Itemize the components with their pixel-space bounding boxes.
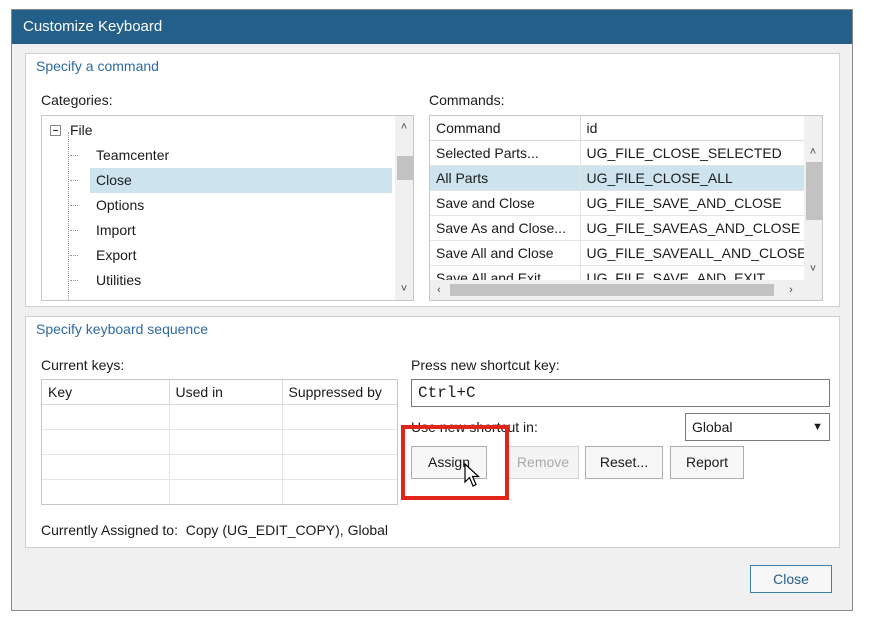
table-cell: UG_FILE_SAVEALL_AND_CLOSE <box>580 240 807 266</box>
close-button[interactable]: Close <box>750 565 832 593</box>
table-cell <box>42 454 170 480</box>
table-cell: All Parts <box>430 165 581 191</box>
tree-item-label: Import <box>96 222 136 238</box>
column-header[interactable]: Suppressed by <box>282 380 397 405</box>
table-cell: UG_FILE_CLOSE_ALL <box>580 165 807 191</box>
table-cell <box>282 479 397 504</box>
table-row[interactable]: Save All and Close UG_FILE_SAVEALL_AND_CL… <box>430 240 807 266</box>
table-cell: Save All and Close <box>430 240 581 266</box>
currently-assigned-label: Currently Assigned to: Copy (UG_EDIT_COP… <box>41 522 389 538</box>
scroll-down-icon[interactable]: ˅ <box>395 280 413 298</box>
tree-item-file[interactable]: File <box>42 118 394 143</box>
table-cell: Save As and Close... <box>430 215 581 241</box>
remove-button[interactable]: Remove <box>507 446 579 479</box>
scroll-up-icon[interactable]: ˄ <box>395 118 413 136</box>
window-title: Customize Keyboard <box>12 10 852 44</box>
tree-item-import[interactable]: Import <box>42 218 394 243</box>
commands-table: Command id Selected Parts... UG_FILE_CLOSE… <box>430 116 807 291</box>
reset-button[interactable]: Reset... <box>585 446 663 479</box>
table-row[interactable] <box>42 454 397 480</box>
assign-highlight-box <box>401 425 509 500</box>
collapse-icon[interactable] <box>50 125 61 136</box>
table-cell: Selected Parts... <box>430 140 581 166</box>
table-cell <box>169 454 283 480</box>
table-cell <box>282 454 397 480</box>
categories-scrollbar[interactable]: ˄ ˅ <box>395 116 413 300</box>
table-row[interactable]: Selected Parts... UG_FILE_CLOSE_SELECTED <box>430 140 807 166</box>
scroll-thumb[interactable] <box>450 284 774 296</box>
table-cell: UG_FILE_CLOSE_SELECTED <box>580 140 807 166</box>
scroll-thumb[interactable] <box>397 156 413 180</box>
use-in-value: Global <box>692 419 733 435</box>
shortcut-key-input[interactable]: Ctrl+C <box>411 379 830 407</box>
press-shortcut-label: Press new shortcut key: <box>411 357 560 373</box>
commands-hscrollbar[interactable]: ‹ › <box>430 280 822 300</box>
table-cell <box>42 404 170 430</box>
table-cell <box>42 429 170 455</box>
commands-table-box: Command id Selected Parts... UG_FILE_CLOSE… <box>429 115 823 301</box>
categories-label: Categories: <box>41 92 113 108</box>
table-row[interactable]: Save As and Close... UG_FILE_SAVEAS_AND_C… <box>430 215 807 241</box>
scroll-down-icon[interactable]: ˅ <box>804 260 822 278</box>
column-header[interactable]: Used in <box>169 380 283 405</box>
tree-item-label: Options <box>96 197 145 213</box>
current-keys-label: Current keys: <box>41 357 125 373</box>
tree-item-utilities[interactable]: Utilities <box>42 268 394 293</box>
scroll-thumb[interactable] <box>806 162 822 220</box>
customize-keyboard-dialog: Customize Keyboard Specify a command Cat… <box>11 9 853 611</box>
specify-command-title: Specify a command <box>36 58 159 74</box>
tree-item-close[interactable]: Close <box>70 168 392 193</box>
table-row[interactable]: All Parts UG_FILE_CLOSE_ALL <box>430 165 807 191</box>
tree-item-options[interactable]: Options <box>42 193 394 218</box>
categories-tree[interactable]: File Teamcenter Close Options Import Export U… <box>41 115 414 301</box>
tree-item-label: Teamcenter <box>96 147 170 163</box>
column-header[interactable]: id <box>580 116 807 141</box>
tree-item-label: Close <box>96 172 132 188</box>
current-keys-table: Key Used in Suppressed by <box>42 380 397 504</box>
scroll-up-icon[interactable]: ˄ <box>804 143 822 161</box>
commands-label: Commands: <box>429 92 505 108</box>
table-row[interactable]: Save and Close UG_FILE_SAVE_AND_CLOSE <box>430 190 807 216</box>
current-keys-table-box: Key Used in Suppressed by <box>41 379 398 505</box>
column-header[interactable]: Key <box>42 380 170 405</box>
mouse-cursor-icon <box>464 463 481 487</box>
table-cell <box>169 404 283 430</box>
table-cell <box>169 479 283 504</box>
currently-assigned-value: Copy (UG_EDIT_COPY), Global <box>185 522 389 538</box>
tree-item-export[interactable]: Export <box>42 243 394 268</box>
table-cell <box>42 479 170 504</box>
tree-item-teamcenter[interactable]: Teamcenter <box>42 143 394 168</box>
keyboard-sequence-title: Specify keyboard sequence <box>36 321 208 337</box>
scroll-right-icon[interactable]: › <box>782 281 800 299</box>
table-cell <box>282 404 397 430</box>
table-row[interactable] <box>42 479 397 504</box>
tree-item-label: Utilities <box>96 272 142 288</box>
specify-command-group: Specify a command Categories: File Teamc… <box>25 53 840 307</box>
table-cell: Save and Close <box>430 190 581 216</box>
table-cell: UG_FILE_SAVEAS_AND_CLOSE <box>580 215 807 241</box>
tree-item-label: Export <box>96 247 137 263</box>
table-row[interactable] <box>42 429 397 455</box>
table-cell: UG_FILE_SAVE_AND_CLOSE <box>580 190 807 216</box>
scroll-left-icon[interactable]: ‹ <box>430 281 448 299</box>
table-cell <box>282 429 397 455</box>
report-button[interactable]: Report <box>670 446 744 479</box>
table-row[interactable] <box>42 404 397 430</box>
chevron-down-icon: ▼ <box>812 421 823 433</box>
commands-vscrollbar[interactable]: ˄ ˅ <box>804 116 822 282</box>
use-in-select[interactable]: Global ▼ <box>685 413 830 441</box>
column-header[interactable]: Command <box>430 116 581 141</box>
table-cell <box>169 429 283 455</box>
